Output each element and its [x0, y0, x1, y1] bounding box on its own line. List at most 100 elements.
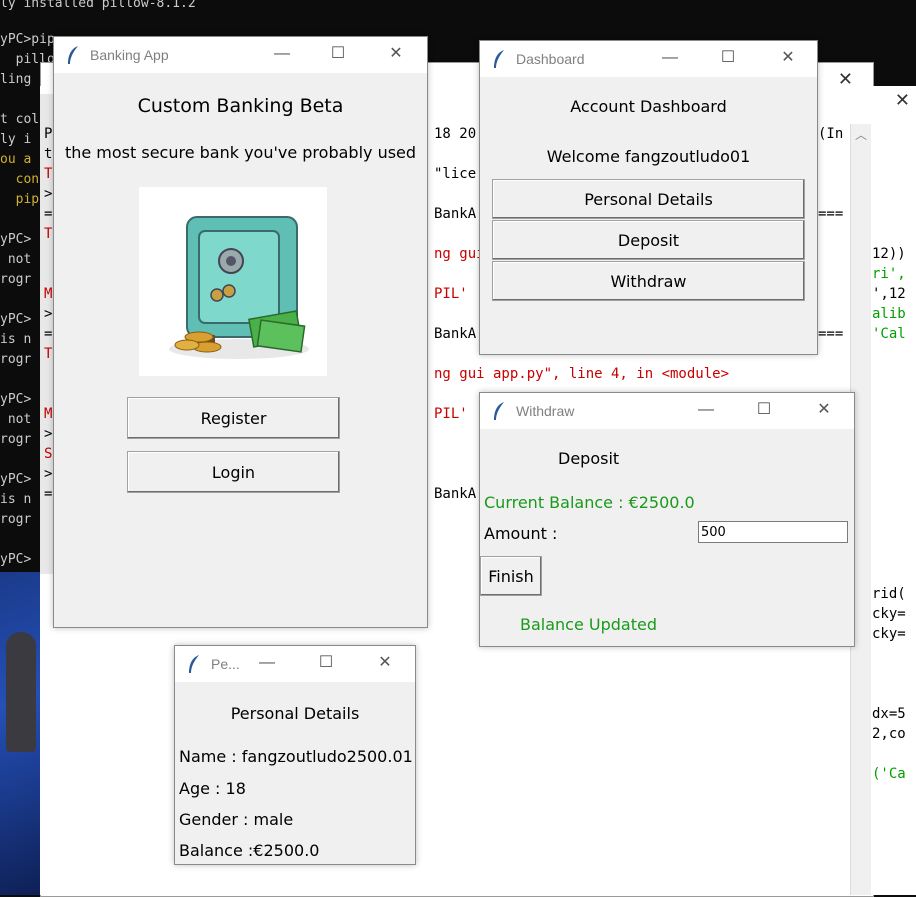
gutter-char: S: [44, 446, 53, 462]
safe-icon: [169, 216, 309, 359]
feather-icon: [494, 50, 504, 68]
terminal-line: pip: [0, 192, 40, 207]
code-line: ng gui: [434, 246, 485, 262]
terminal-line: yPC>: [0, 232, 32, 247]
gutter-char: >: [44, 466, 53, 482]
gutter-char: t: [44, 146, 53, 162]
terminal-line: is n: [0, 492, 32, 507]
gutter-char: M: [44, 286, 53, 302]
maximize-icon[interactable]: ☐: [314, 652, 338, 674]
terminal-line: yPC>: [0, 552, 32, 567]
close-icon[interactable]: ✕: [384, 43, 408, 65]
code-fragment: ri',: [872, 266, 906, 282]
maximize-icon[interactable]: ☐: [752, 399, 776, 421]
code-line: BankA: [434, 206, 477, 222]
current-balance: Current Balance : €2500.0: [484, 493, 695, 512]
minimize-icon[interactable]: —: [658, 47, 682, 69]
dashboard-titlebar[interactable]: Dashboard — ☐ ✕: [480, 41, 817, 77]
terminal-line: yPC>: [0, 472, 32, 487]
close-icon[interactable]: ✕: [895, 90, 910, 111]
withdraw-button[interactable]: Withdraw: [492, 261, 805, 301]
terminal-line: yPC>: [0, 312, 32, 327]
age-text: Age : 18: [179, 779, 246, 798]
code-line: ng gui app.py", line 4, in <module>: [434, 366, 730, 382]
code-fragment: alib: [872, 306, 906, 322]
withdraw-heading: Deposit: [558, 449, 620, 468]
terminal-line: rogr: [0, 432, 32, 447]
terminal-line: is n: [0, 332, 32, 347]
scroll-up-icon[interactable]: ︿: [855, 126, 867, 143]
status-message: Balance Updated: [520, 615, 657, 634]
gender-text: Gender : male: [179, 810, 294, 829]
feather-icon: [189, 655, 199, 673]
code-fragment: 2,co: [872, 726, 906, 742]
code-fragment: (In: [818, 126, 844, 142]
personal-details-button[interactable]: Personal Details: [492, 179, 805, 219]
balance-text: Balance :€2500.0: [179, 841, 320, 860]
terminal-line: ly i: [0, 132, 32, 147]
window-title: Pe...: [211, 656, 240, 672]
feather-icon: [494, 402, 504, 420]
code-fragment: cky=: [872, 626, 906, 642]
close-icon[interactable]: ✕: [812, 399, 836, 421]
code-fragment: 'Cal: [872, 326, 906, 342]
gutter-char: >: [44, 306, 53, 322]
minimize-icon[interactable]: —: [694, 399, 718, 421]
maximize-icon[interactable]: ☐: [326, 43, 350, 65]
terminal-line: rogr: [0, 352, 32, 367]
code-line: BankA: [434, 486, 477, 502]
close-icon[interactable]: ✕: [373, 652, 397, 674]
terminal-line: ou a: [0, 152, 32, 167]
minimize-icon[interactable]: —: [270, 43, 294, 65]
terminal-line: not: [0, 252, 32, 267]
code-fragment: ('Ca: [872, 766, 906, 782]
finish-button[interactable]: Finish: [480, 556, 542, 596]
gutter-char: =: [44, 486, 53, 502]
window-title: Dashboard: [516, 51, 585, 67]
login-button[interactable]: Login: [127, 451, 340, 493]
gutter-char: >: [44, 186, 53, 202]
app-heading: Custom Banking Beta: [137, 95, 344, 117]
separator-text: ===: [818, 206, 844, 222]
gutter-char: >: [44, 426, 53, 442]
code-line: BankA: [434, 326, 477, 342]
close-icon[interactable]: ✕: [776, 47, 800, 69]
separator-text: ===: [818, 326, 844, 342]
personal-titlebar[interactable]: Pe... — ☐ ✕: [175, 646, 415, 682]
withdraw-titlebar[interactable]: Withdraw — ☐ ✕: [480, 393, 854, 429]
personal-details-window: Pe... — ☐ ✕ Personal Details Name : fang…: [174, 645, 416, 865]
code-fragment: 12)): [872, 246, 906, 262]
minimize-icon[interactable]: —: [255, 652, 279, 674]
terminal-line: yPC>pip: [0, 32, 55, 47]
terminal-line: rogr: [0, 272, 32, 287]
terminal-line: con: [0, 172, 40, 187]
code-fragment: dx=5: [872, 706, 906, 722]
amount-input[interactable]: [698, 521, 848, 543]
code-line: 18 20: [434, 126, 477, 142]
gutter-char: T: [44, 346, 53, 362]
code-fragment: ',12: [872, 286, 906, 302]
dashboard-window: Dashboard — ☐ ✕ Account Dashboard Welcom…: [479, 40, 818, 355]
feather-icon: [68, 46, 78, 64]
deposit-button[interactable]: Deposit: [492, 220, 805, 260]
personal-heading: Personal Details: [230, 704, 360, 723]
window-title: Withdraw: [516, 403, 575, 419]
banking-app-titlebar[interactable]: Banking App — ☐ ✕: [54, 37, 427, 73]
gutter-char: =: [44, 326, 53, 342]
safe-image: [139, 187, 327, 376]
code-line: "lice: [434, 166, 477, 182]
gutter-char: P: [44, 126, 53, 142]
gutter-char: =: [44, 206, 53, 222]
terminal-line: t col: [0, 112, 40, 127]
dashboard-heading: Account Dashboard: [570, 97, 727, 116]
welcome-text: Welcome fangzoutludo01: [546, 147, 751, 166]
code-line: PIL': [434, 286, 468, 302]
window-title: Banking App: [90, 47, 169, 63]
app-subtitle: the most secure bank you've probably use…: [64, 143, 417, 162]
register-button[interactable]: Register: [127, 397, 340, 439]
code-fragment: rid(: [872, 586, 906, 602]
maximize-icon[interactable]: ☐: [716, 47, 740, 69]
terminal-line: rogr: [0, 512, 32, 527]
gutter-char: T: [44, 166, 53, 182]
gutter-char: M: [44, 406, 53, 422]
